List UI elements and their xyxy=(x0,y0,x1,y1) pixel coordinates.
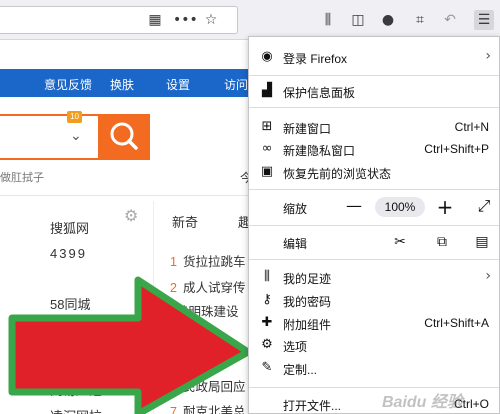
zoom-reset-button[interactable]: 100% xyxy=(375,197,425,217)
account-icon: ◉ xyxy=(261,49,273,64)
menu-item-addons[interactable]: ✚ 附加组件 Ctrl+Shift+A xyxy=(249,312,499,334)
menu-separator xyxy=(249,107,499,108)
menu-item-history[interactable]: ⫼ 我的足迹 › xyxy=(249,266,499,288)
menu-separator xyxy=(249,189,499,190)
restore-icon: ▣ xyxy=(260,164,274,179)
zoom-out-button[interactable]: — xyxy=(344,196,364,215)
puzzle-icon: ✚ xyxy=(261,315,273,330)
menu-item-login[interactable]: ◉ 登录 Firefox › xyxy=(249,46,499,68)
brush-icon: ✎ xyxy=(261,360,273,375)
firefox-app-menu: ◉ 登录 Firefox › ▟ 保护信息面板 ⊞ 新建窗口 Ctrl+N ∞ … xyxy=(248,36,500,414)
menu-item-options[interactable]: ⚙ 选项 xyxy=(249,334,499,356)
library-icon: ⫼ xyxy=(264,269,270,284)
paste-icon[interactable]: ▤ xyxy=(473,234,491,250)
mask-icon: ∞ xyxy=(261,141,273,156)
key-icon: ⚷ xyxy=(262,292,272,307)
watermark: Baidu 经验 xyxy=(382,394,463,411)
menu-item-protection[interactable]: ▟ 保护信息面板 xyxy=(249,80,499,102)
chevron-right-icon: › xyxy=(485,48,491,64)
copy-icon[interactable]: ⧉ xyxy=(433,234,451,250)
menu-item-zoom: 缩放 xyxy=(283,202,308,216)
menu-separator xyxy=(249,225,499,226)
gear-icon: ⚙ xyxy=(261,337,273,352)
chart-icon: ▟ xyxy=(262,83,272,98)
menu-item-customize[interactable]: ✎ 定制... xyxy=(249,357,499,379)
zoom-in-button[interactable]: + xyxy=(435,195,455,219)
chevron-right-icon: › xyxy=(485,268,491,284)
menu-item-edit: 编辑 xyxy=(283,237,308,251)
cut-icon[interactable]: ✂ xyxy=(391,234,409,250)
menu-item-passwords[interactable]: ⚷ 我的密码 xyxy=(249,289,499,311)
menu-separator xyxy=(249,75,499,76)
menu-item-new-window[interactable]: ⊞ 新建窗口 Ctrl+N xyxy=(249,116,499,138)
menu-item-restore-session[interactable]: ▣ 恢复先前的浏览状态 xyxy=(249,161,499,183)
menu-separator xyxy=(249,259,499,260)
fullscreen-icon[interactable]: ⤢ xyxy=(474,196,494,216)
menu-item-private-window[interactable]: ∞ 新建隐私窗口 Ctrl+Shift+P xyxy=(249,138,499,160)
new-window-icon: ⊞ xyxy=(261,119,273,134)
